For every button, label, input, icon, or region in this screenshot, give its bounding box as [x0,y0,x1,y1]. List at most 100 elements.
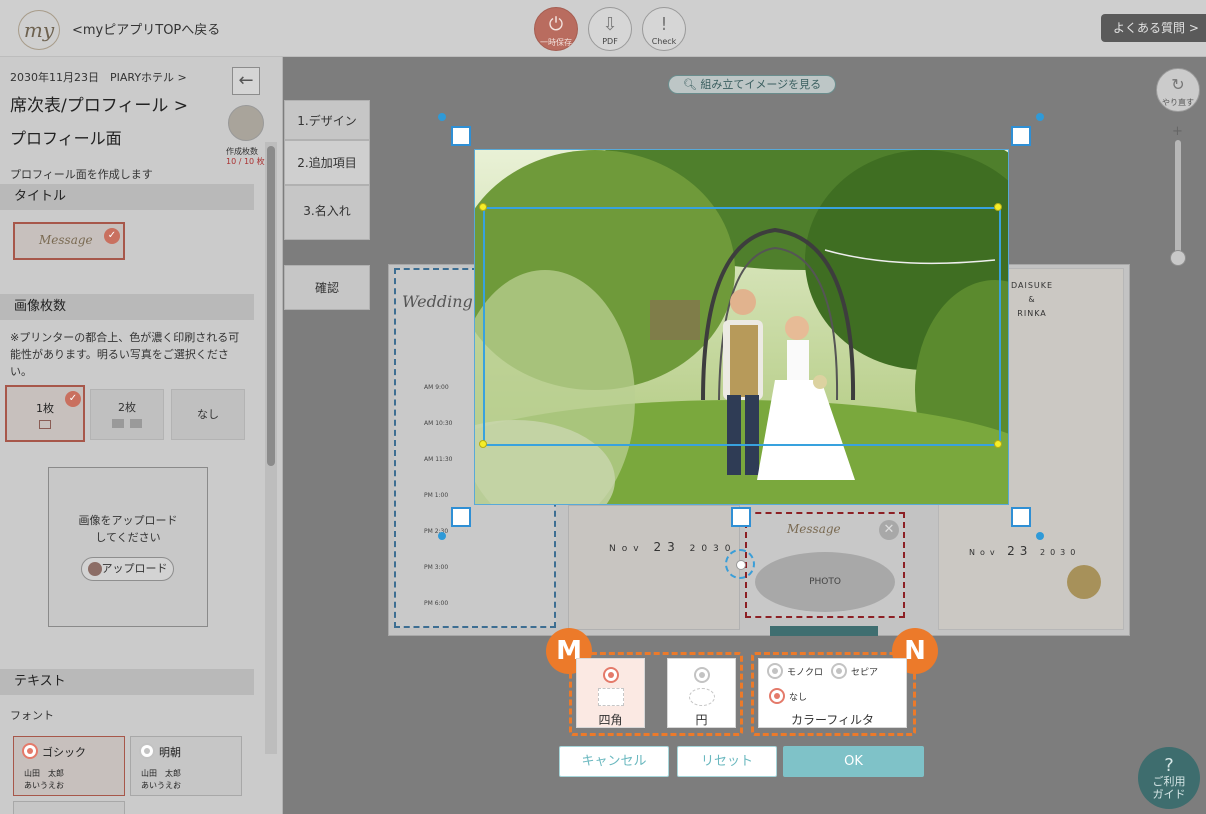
power-icon: ⏻ [548,14,564,35]
upload-button-label: アップロード [101,562,168,575]
radio-selected [769,688,785,704]
font-sample-name: 山田 太郎 [141,769,181,778]
reset-button[interactable]: リセット [677,746,777,777]
page-description: プロフィール面を作成します [10,168,153,181]
zoom-in-icon[interactable]: + [1172,124,1183,139]
rotate-dot-tr[interactable] [1036,113,1044,121]
font-option-gothic[interactable]: ゴシック 山田 太郎 あいうえお [13,736,125,796]
ok-button[interactable]: OK [783,746,924,777]
font-option-mincho[interactable]: 明朝 山田 太郎 あいうえお [130,736,242,796]
sidebar-scroll-thumb[interactable] [267,146,275,466]
upload-button[interactable]: アップロード [81,557,174,581]
crop-handle-tr[interactable] [994,203,1002,211]
wax-seal-icon [1067,565,1101,599]
rotate-dot-tl[interactable] [438,113,446,121]
page-subtitle: プロフィール面 [10,129,122,148]
thumbnail-avatar [228,105,264,141]
resize-handle-br[interactable] [1011,507,1031,527]
filter-label: モノクロ [787,668,824,678]
zoom-slider[interactable] [1175,140,1181,262]
redo-button[interactable]: ↻ やり直す [1156,68,1200,112]
crop-handle-bl[interactable] [479,440,487,448]
shape-label: 円 [695,713,708,727]
tab-confirm[interactable]: 確認 [284,265,370,310]
app-logo[interactable]: my [18,10,60,50]
zoom-slider-knob[interactable] [1170,250,1186,266]
help-icon: ? [1164,755,1174,776]
circle-shape-icon [689,688,715,706]
title-thumb-text: Message [39,233,93,247]
image-icon [39,420,51,429]
check-button[interactable]: ! Check [642,7,686,51]
timeline-title: Wedding [402,292,473,311]
image-count-option-1[interactable]: 1枚 ✓ [5,385,85,442]
card-action-bar[interactable] [770,626,878,636]
resize-handle-bottom[interactable] [731,507,751,527]
redo-icon: ↻ [1171,75,1185,94]
search-icon: 🔍︎ [682,78,697,91]
crop-frame[interactable] [483,207,1001,446]
cancel-button[interactable]: キャンセル [559,746,669,777]
font-name: 明朝 [159,746,181,759]
section-text-header: テキスト [0,669,254,695]
card-photo-slot[interactable]: Message PHOTO ✕ [745,512,905,618]
rotate-handle[interactable] [736,560,746,570]
resize-handle-tr[interactable] [1011,126,1031,146]
card-date: Nov 23 2030 [568,505,740,630]
upload-text: 画像をアップロードしてください [78,514,178,544]
crop-handle-tl[interactable] [479,203,487,211]
profile-names: DAISUKE & RINKA [1011,281,1054,318]
image-count-option-none[interactable]: なし [171,389,245,440]
image-option-label: 2枚 [118,401,136,414]
preview-button-label: 組み立てイメージを見る [700,78,822,91]
photo-placeholder: PHOTO [755,552,895,612]
download-icon: ⇩ [602,14,618,35]
font-option-more[interactable] [13,801,125,814]
redo-label: やり直す [1162,98,1194,107]
resize-handle-tl[interactable] [451,126,471,146]
shape-option-circle[interactable]: 円 [667,658,736,728]
tab-design[interactable]: 1.デザイン [284,100,370,140]
app-header: my <myピアプリTOPへ戻る ⏻ 一時保存 ⇩ PDF ! Check よく… [0,0,1206,57]
check-button-label: Check [651,37,677,46]
timeline-list: AM 9:00 AM 10:30 AM 11:30 PM 1:00 PM 2:30 PM … [424,384,453,607]
pdf-button[interactable]: ⇩ PDF [588,7,632,51]
back-to-top-link[interactable]: <myピアプリTOPへ戻る [72,19,220,38]
upload-icon [88,562,102,576]
faq-button[interactable]: よくある質問 > [1101,14,1206,42]
help-label: ご利用ガイド [1152,775,1186,801]
radio-unselected [831,663,847,679]
preview-button[interactable]: 🔍︎ 組み立てイメージを見る [668,75,836,94]
rotate-dot-br[interactable] [1036,532,1044,540]
tab-naming[interactable]: 3.名入れ [284,185,370,240]
title-design-option[interactable]: Message ✓ [13,222,125,260]
image-count-option-2[interactable]: 2枚 [90,389,164,440]
resize-handle-bl[interactable] [451,507,471,527]
help-guide-button[interactable]: ? ご利用ガイド [1138,747,1200,809]
check-icon: ✓ [104,228,120,244]
page-title[interactable]: 席次表/プロフィール > [10,91,188,116]
radio-unselected [694,667,710,683]
printer-note: ※プリンターの都合上、色が濃く印刷される可能性があります。明るい写真をご選択くだ… [10,331,240,378]
radio-unselected [767,663,783,679]
close-icon[interactable]: ✕ [879,520,899,540]
check-icon: ✓ [65,391,81,407]
section-title-header: タイトル [0,184,254,210]
radio-selected [603,667,619,683]
back-arrow-icon[interactable]: ← [232,67,260,95]
save-button[interactable]: ⏻ 一時保存 [534,7,578,51]
color-filter-label: カラーフィルタ [790,713,875,727]
photo-card-title: Message [787,522,841,536]
rotate-dot-bl[interactable] [438,532,446,540]
color-filter-panel: モノクロ セピア なし カラーフィルタ [758,658,907,728]
breadcrumb[interactable]: 2030年11月23日 PIARYホテル > [10,69,187,85]
filter-label: なし [789,693,808,703]
crop-handle-br[interactable] [994,440,1002,448]
section-image-count-header: 画像枚数 [0,294,254,320]
profile-date: Nov 23 2030 [969,544,1081,558]
tab-additional-items[interactable]: 2.追加項目 [284,140,370,185]
font-sample-kana: あいうえお [24,781,64,790]
upload-area[interactable]: 画像をアップロードしてください アップロード [48,467,208,627]
exclamation-icon: ! [660,14,668,35]
shape-option-square[interactable]: 四角 [576,658,645,728]
